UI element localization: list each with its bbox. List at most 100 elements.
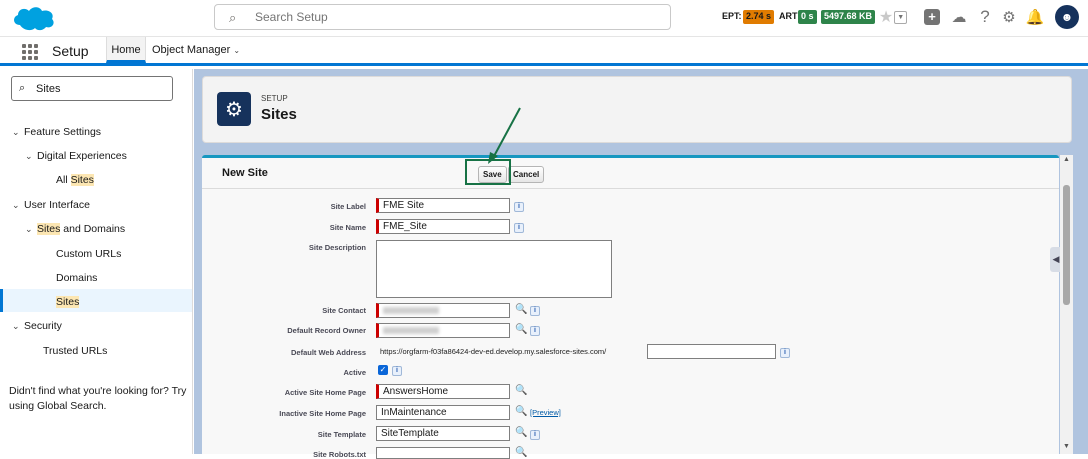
salesforce-logo-icon[interactable]	[10, 3, 58, 33]
help-text: Didn't find what you're looking for? Try…	[9, 385, 187, 412]
global-search-input[interactable]	[255, 8, 655, 26]
inactive-home-input[interactable]: InMaintenance	[376, 405, 510, 420]
global-header: ⌕ EPT: 2.74 s ART 0 s 5497.68 KB ★ ▼ + ☁…	[0, 0, 1088, 37]
favorites-button[interactable]: ★ ▼	[875, 6, 911, 28]
site-name-label: Site Name	[329, 223, 366, 232]
redacted-value	[383, 306, 439, 314]
tab-home[interactable]: Home	[106, 37, 146, 63]
active-home-label: Active Site Home Page	[284, 388, 366, 397]
annotation-arrow-icon	[488, 107, 521, 164]
tree-item-all-sites[interactable]: All Sites	[56, 174, 94, 186]
tab-object-manager[interactable]: Object Manager ⌄	[152, 37, 252, 63]
lookup-icon[interactable]: 🔍	[515, 324, 527, 335]
site-contact-input[interactable]	[376, 303, 510, 318]
info-icon[interactable]: i	[530, 306, 540, 316]
question-icon: ?	[980, 7, 990, 26]
site-description-textarea[interactable]	[376, 240, 612, 298]
tab-home-label: Home	[111, 44, 141, 56]
divider	[202, 188, 1059, 189]
tree-item-digital-experiences[interactable]: ⌄ Digital Experiences	[25, 150, 127, 162]
chevron-down-icon: ⌄	[12, 127, 20, 137]
trailhead-icon: ☁	[951, 9, 967, 26]
tree-item-label: and Domains	[60, 223, 126, 235]
site-robots-input[interactable]	[376, 447, 510, 459]
chevron-down-icon: ⌄	[12, 321, 20, 331]
global-actions-button[interactable]: +	[921, 6, 943, 28]
help-button[interactable]: ?	[974, 6, 996, 28]
tree-item-label: Domains	[56, 272, 98, 284]
cancel-button[interactable]: Cancel	[508, 166, 545, 183]
scrollbar-thumb[interactable]	[1063, 185, 1070, 305]
active-home-input[interactable]: AnswersHome	[376, 384, 510, 399]
lookup-icon[interactable]: 🔍	[515, 385, 527, 396]
info-icon[interactable]: i	[514, 223, 524, 233]
gear-icon: ⚙	[217, 92, 251, 126]
info-icon[interactable]: i	[530, 326, 540, 336]
star-icon: ★	[878, 9, 894, 26]
quick-find-input[interactable]: ⌕ Sites	[11, 76, 173, 101]
app-name: Setup	[52, 43, 89, 59]
default-record-owner-input[interactable]	[376, 323, 510, 338]
form-title: New Site	[222, 167, 268, 179]
scrollbar[interactable]: ▲ ▼	[1060, 155, 1073, 454]
tree-item-custom-urls[interactable]: Custom URLs	[56, 248, 121, 260]
site-description-label: Site Description	[308, 243, 366, 252]
site-robots-label: Site Robots.txt	[313, 450, 366, 459]
app-launcher-icon[interactable]	[22, 44, 38, 60]
gear-icon: ⚙	[1002, 9, 1016, 26]
scroll-down-icon[interactable]: ▼	[1063, 443, 1070, 450]
new-site-form: New Site Save Cancel Site Label FME Site…	[202, 155, 1059, 459]
setup-button[interactable]: ⚙	[998, 6, 1020, 28]
notifications-button[interactable]: 🔔	[1024, 6, 1046, 28]
tree-item-security[interactable]: ⌄ Security	[12, 320, 62, 332]
tree-item-feature-settings[interactable]: ⌄ Feature Settings	[12, 126, 101, 138]
active-label: Active	[343, 368, 366, 377]
main-content: ⚙ SETUP Sites New Site Save Cancel Site …	[194, 69, 1088, 459]
tree-item-sites[interactable]: Sites	[56, 296, 80, 308]
default-record-owner-label: Default Record Owner	[287, 326, 366, 335]
quick-find-value: Sites	[36, 83, 61, 95]
info-icon[interactable]: i	[392, 366, 402, 376]
info-icon[interactable]: i	[780, 348, 790, 358]
search-icon: ⌕	[19, 82, 26, 94]
active-checkbox[interactable]: ✓	[378, 365, 388, 375]
trailhead-button[interactable]: ☁	[948, 6, 970, 28]
preview-link[interactable]: [Preview]	[530, 408, 561, 417]
site-template-input[interactable]: SiteTemplate	[376, 426, 510, 441]
chevron-left-icon: ◀	[1052, 254, 1060, 264]
lookup-icon[interactable]: 🔍	[515, 406, 527, 417]
search-highlight: Sites	[70, 174, 94, 186]
avatar[interactable]: ☻	[1055, 5, 1079, 29]
tree-item-user-interface[interactable]: ⌄ User Interface	[12, 199, 90, 211]
tree-item-domains[interactable]: Domains	[56, 272, 97, 284]
chevron-down-icon: ▼	[894, 10, 908, 24]
global-search[interactable]: ⌕	[214, 4, 671, 30]
search-highlight: Sites	[56, 296, 80, 308]
annotation-highlight-box	[465, 159, 511, 185]
bell-icon: 🔔	[1025, 9, 1045, 26]
tree-item-label: User Interface	[24, 199, 90, 211]
info-icon[interactable]: i	[514, 202, 524, 212]
tree-item-sites-and-domains[interactable]: ⌄ Sites and Domains	[25, 223, 125, 235]
tab-object-manager-label: Object Manager	[152, 44, 231, 56]
chevron-down-icon: ⌄	[25, 224, 33, 234]
site-contact-label: Site Contact	[322, 306, 366, 315]
lookup-icon[interactable]: 🔍	[515, 447, 527, 458]
art-badge: 0 s	[798, 10, 817, 24]
tree-item-trusted-urls[interactable]: Trusted URLs	[43, 345, 107, 357]
site-template-label: Site Template	[317, 430, 366, 439]
page-header: ⚙ SETUP Sites	[202, 76, 1072, 143]
scroll-up-icon[interactable]: ▲	[1063, 156, 1070, 163]
inactive-home-label: Inactive Site Home Page	[279, 409, 366, 418]
default-web-address-label: Default Web Address	[290, 348, 366, 357]
info-icon[interactable]: i	[530, 430, 540, 440]
user-avatar-icon: ☻	[1060, 10, 1074, 24]
web-address-input[interactable]	[647, 344, 776, 359]
selected-row-highlight	[0, 289, 192, 312]
site-label-input[interactable]: FME Site	[376, 198, 510, 213]
site-name-input[interactable]: FME_Site	[376, 219, 510, 234]
lookup-icon[interactable]: 🔍	[515, 427, 527, 438]
chevron-down-icon: ⌄	[233, 46, 241, 55]
lookup-icon[interactable]: 🔍	[515, 304, 527, 315]
tree-item-label: All	[56, 174, 71, 186]
